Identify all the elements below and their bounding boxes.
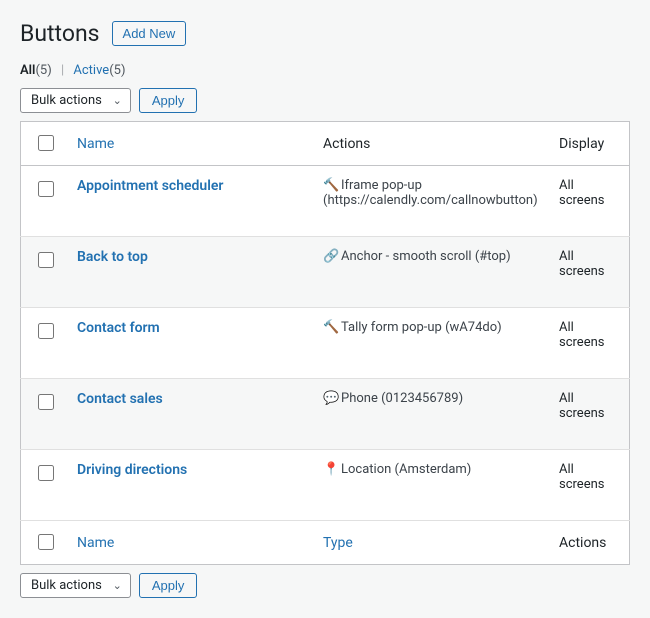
action-type-icon: 🔗 xyxy=(323,249,339,264)
row-action-text: Phone (0123456789) xyxy=(341,391,463,406)
select-all-top[interactable] xyxy=(38,135,54,151)
col-type-sort[interactable]: Type xyxy=(323,535,353,551)
row-name-link[interactable]: Contact form xyxy=(77,320,160,336)
action-type-icon: 🔨 xyxy=(323,320,339,335)
row-checkbox[interactable] xyxy=(38,323,54,339)
action-type-icon: 📍 xyxy=(323,462,339,477)
table-row: Contact form 🔨Tally form pop-up (wA74do) A… xyxy=(21,308,630,379)
bulk-actions-label-bottom: Bulk actions xyxy=(31,578,102,593)
row-action-text: Anchor - smooth scroll (#top) xyxy=(341,249,511,264)
col-actions: Actions xyxy=(315,122,551,166)
row-display: All screens xyxy=(551,379,630,450)
table-row: Back to top 🔗Anchor - smooth scroll (#top… xyxy=(21,237,630,308)
row-name-link[interactable]: Back to top xyxy=(77,249,148,265)
filter-all-label[interactable]: All xyxy=(20,63,35,78)
chevron-down-icon: ⌄ xyxy=(113,579,122,592)
col-name-sort[interactable]: Name xyxy=(77,136,114,152)
row-display: All screens xyxy=(551,308,630,379)
row-checkbox[interactable] xyxy=(38,181,54,197)
filter-separator: | xyxy=(55,63,70,78)
action-type-icon: 🔨 xyxy=(323,178,339,193)
col-display: Display xyxy=(551,122,630,166)
filter-active-link[interactable]: Active xyxy=(73,63,109,78)
row-display: All screens xyxy=(551,237,630,308)
select-all-bottom[interactable] xyxy=(38,534,54,550)
row-name-link[interactable]: Appointment scheduler xyxy=(77,178,223,194)
row-action-text: Iframe pop-up (https://calendly.com/call… xyxy=(323,178,538,208)
row-name-link[interactable]: Contact sales xyxy=(77,391,163,407)
table-row: Contact sales 💬Phone (0123456789) All scre… xyxy=(21,379,630,450)
filter-active-count: (5) xyxy=(109,63,125,78)
add-new-button[interactable]: Add New xyxy=(112,21,187,46)
row-checkbox[interactable] xyxy=(38,252,54,268)
row-action-text: Location (Amsterdam) xyxy=(341,462,471,477)
bulk-actions-select[interactable]: Bulk actions ⌄ xyxy=(20,88,131,113)
row-checkbox[interactable] xyxy=(38,465,54,481)
table-row: Appointment scheduler 🔨Iframe pop-up (htt… xyxy=(21,166,630,237)
apply-button-bottom[interactable]: Apply xyxy=(139,573,198,598)
apply-button-top[interactable]: Apply xyxy=(139,88,198,113)
table-row: Driving directions 📍Location (Amsterdam) A… xyxy=(21,450,630,521)
col-actions-footer: Actions xyxy=(551,521,630,565)
bulk-actions-label: Bulk actions xyxy=(31,93,102,108)
filter-all-count: (5) xyxy=(35,63,51,78)
row-display: All screens xyxy=(551,450,630,521)
row-display: All screens xyxy=(551,166,630,237)
col-name-sort-bottom[interactable]: Name xyxy=(77,535,114,551)
status-filters: All(5) | Active(5) xyxy=(20,63,630,78)
buttons-table: Name Actions Display Appointment schedul… xyxy=(20,121,630,565)
row-action-text: Tally form pop-up (wA74do) xyxy=(341,320,502,335)
row-name-link[interactable]: Driving directions xyxy=(77,462,187,478)
page-title: Buttons xyxy=(20,20,100,47)
action-type-icon: 💬 xyxy=(323,391,339,406)
bulk-actions-select-bottom[interactable]: Bulk actions ⌄ xyxy=(20,573,131,598)
chevron-down-icon: ⌄ xyxy=(113,94,122,107)
row-checkbox[interactable] xyxy=(38,394,54,410)
